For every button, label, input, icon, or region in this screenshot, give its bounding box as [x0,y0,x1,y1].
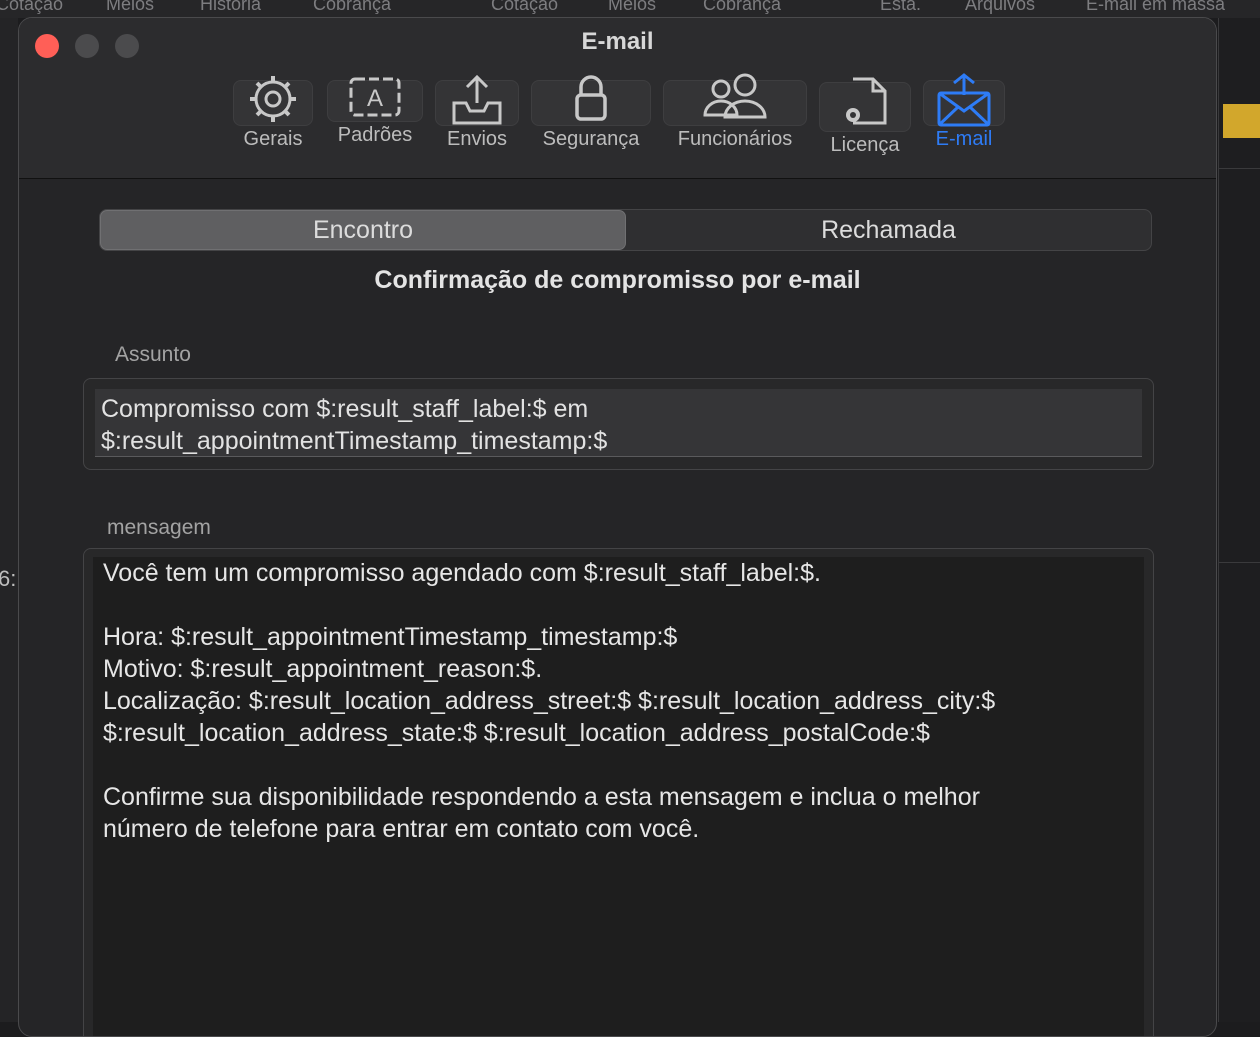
bg-tab[interactable]: Cobrança [313,0,391,13]
toolbar-item-seguranca[interactable]: Segurança [531,75,651,151]
section-title: Confirmação de compromisso por e-mail [374,266,861,294]
toolbar-icon-frame [923,73,1005,127]
bg-tab[interactable]: Arquivos [965,0,1035,13]
bg-tab[interactable]: História [200,0,261,13]
message-group: Você tem um compromisso agendado com $:r… [83,548,1154,1036]
toolbar-label: Envios [446,128,508,150]
segment-rechamada[interactable]: Rechamada [626,210,1151,250]
tray-upload-icon [452,74,502,125]
template-type-segmented-control: Encontro Rechamada [99,209,1152,251]
toolbar-icon-frame [663,73,807,126]
toolbar-label: E-mail [935,128,993,150]
message-text-area[interactable]: Você tem um compromisso agendado com $:r… [93,557,1144,1036]
toolbar-icon-frame [435,74,519,126]
toolbar-label: Gerais [243,128,303,150]
document-gear-icon [846,77,887,125]
toolbar-item-licenca[interactable]: Licença [819,77,911,157]
toolbar-label: Funcionários [677,128,793,150]
email-preferences-window: E-mail Gerais A Padrões Envios Segurança… [18,17,1217,1037]
bg-tab[interactable]: Cotação [0,0,63,13]
toolbar-label: Segurança [542,128,640,150]
bg-tab[interactable]: Cotação [491,0,558,13]
toolbar-icon-frame [819,77,911,132]
bg-tab[interactable]: Meios [106,0,154,13]
bg-tab[interactable]: Esta. [880,0,921,13]
toolbar-icon-frame [531,75,651,126]
gear-icon [250,76,296,122]
subject-field[interactable]: Compromisso com $:result_staff_label:$ e… [95,389,1142,457]
bg-tab[interactable]: Meios [608,0,656,13]
toolbar-icon-frame: A [327,77,423,122]
toolbar-label: Padrões [337,124,413,146]
window-title: E-mail [581,28,654,55]
background-tab-bar: Cotação Meios História Cobrança Cotação … [0,0,1260,18]
background-highlight [1223,104,1260,138]
toolbar-item-envios[interactable]: Envios [435,74,519,151]
subject-label: Assunto [115,343,191,366]
bg-tab[interactable]: E-mail em massa [1086,0,1225,13]
envelope-icon [937,73,991,127]
divider [1219,562,1260,563]
background-time-fragment: 6: [0,566,17,591]
people-icon [703,73,767,119]
toolbar-icon-frame [233,76,313,126]
lock-icon [575,75,607,121]
toolbar-item-email[interactable]: E-mail [923,73,1005,151]
toolbar-label: Licença [830,134,900,156]
window-titlebar: E-mail Gerais A Padrões Envios Segurança… [19,18,1216,179]
segment-encontro[interactable]: Encontro [100,210,626,250]
divider [1219,168,1260,169]
svg-text:A: A [367,85,383,112]
toolbar-item-gerais[interactable]: Gerais [233,76,313,151]
subject-group: Compromisso com $:result_staff_label:$ e… [83,378,1154,470]
background-right-panel [1218,18,1260,1022]
message-label: mensagem [107,516,211,539]
background-left-panel: 6: [0,18,18,1022]
toolbar-item-funcionarios[interactable]: Funcionários [663,73,807,151]
toolbar-item-padroes[interactable]: A Padrões [327,77,423,147]
template-icon: A [349,77,401,117]
bg-tab[interactable]: Cobrança [703,0,781,13]
